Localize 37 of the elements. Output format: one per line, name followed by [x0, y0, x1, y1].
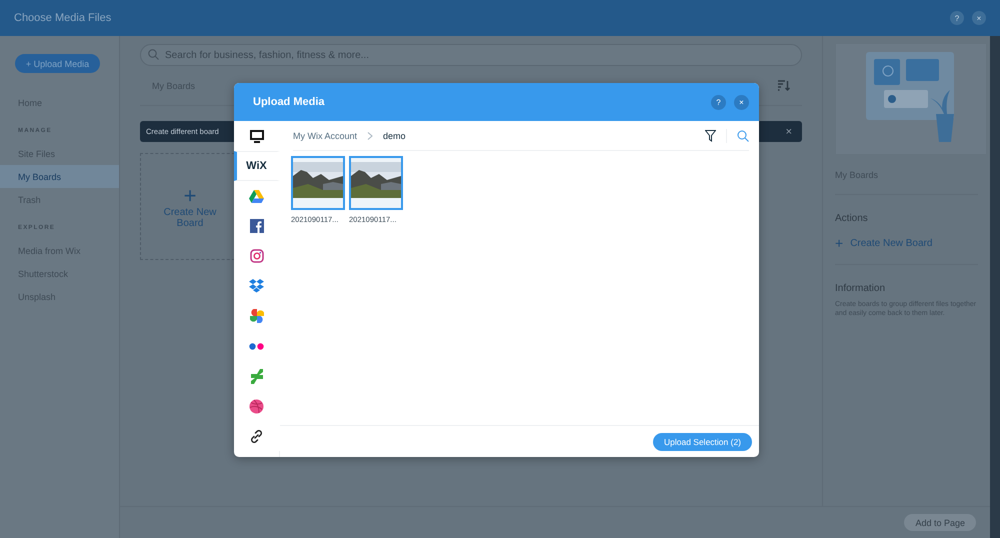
- wix-tab[interactable]: WiX: [234, 151, 280, 181]
- section-heading: Information: [835, 283, 886, 294]
- monitor-icon: [250, 130, 264, 142]
- sidebar-item[interactable]: My Boards: [0, 165, 119, 188]
- filter-icon[interactable]: [705, 130, 716, 142]
- close-button[interactable]: ×: [972, 11, 986, 25]
- upload-media-button[interactable]: + Upload Media: [15, 54, 100, 73]
- plus-sign: +: [835, 236, 844, 250]
- instagram-icon: [250, 249, 264, 263]
- file-thumbnail[interactable]: [291, 156, 345, 210]
- help-button[interactable]: ?: [711, 94, 726, 110]
- flickr-icon: [249, 342, 264, 350]
- sort-icon: [778, 80, 790, 91]
- dribbble-icon: [249, 398, 264, 414]
- help-button[interactable]: ?: [950, 11, 964, 25]
- search-icon: [148, 49, 159, 60]
- file-thumbnail[interactable]: [349, 156, 403, 210]
- chevron-icon: [367, 132, 374, 140]
- section-heading: Actions: [835, 213, 869, 224]
- create-board-link[interactable]: Create New Board: [850, 238, 932, 248]
- dropbox-icon: [249, 279, 264, 293]
- path-item[interactable]: demo: [383, 130, 406, 140]
- search-icon[interactable]: [737, 130, 749, 142]
- deviantart-icon: [250, 368, 262, 384]
- link-icon: [249, 428, 264, 444]
- plus-sign: +: [184, 184, 196, 206]
- dialog-title: Upload Media: [253, 96, 326, 108]
- source-tab[interactable]: [234, 121, 280, 151]
- drive-icon: [249, 190, 264, 202]
- path-item[interactable]: My Wix Account: [293, 130, 358, 140]
- facebook-icon: [250, 219, 264, 233]
- upload-selection-button[interactable]: Upload Selection (2): [652, 432, 752, 450]
- close-button[interactable]: ×: [734, 94, 749, 110]
- pinwheel-icon: [250, 309, 264, 323]
- close-button[interactable]: ×: [786, 126, 792, 138]
- window-title: Choose Media Files: [14, 12, 112, 24]
- card-label: Create New Board: [162, 206, 218, 228]
